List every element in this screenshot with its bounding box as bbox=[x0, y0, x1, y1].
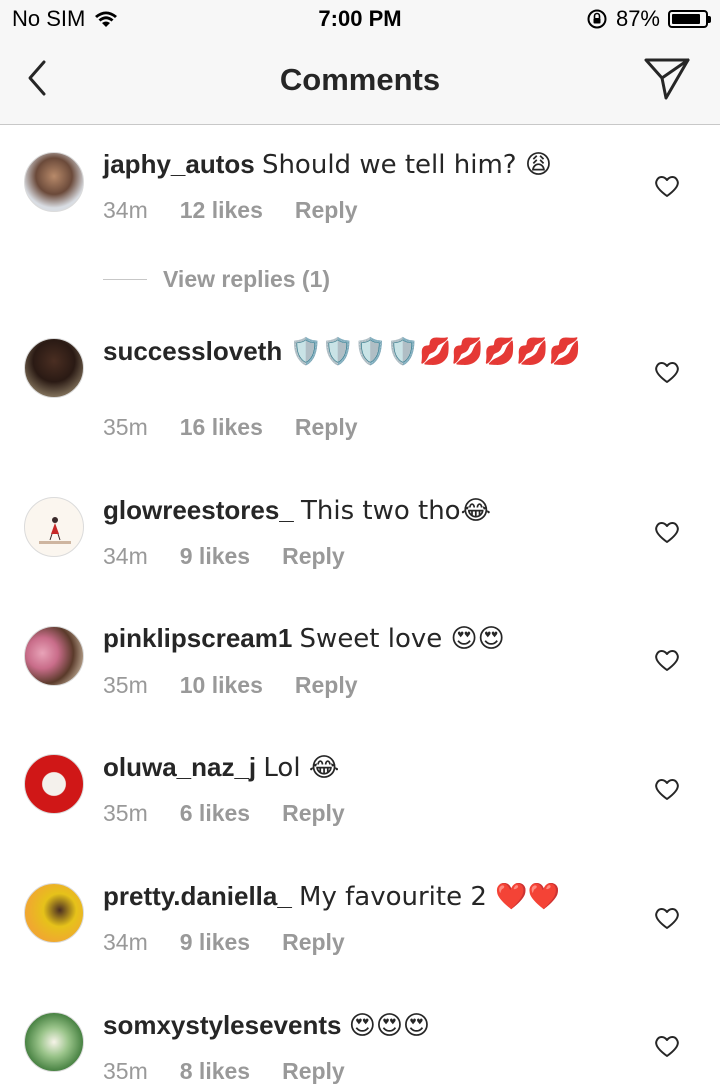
comment-username[interactable]: somxystylesevents bbox=[103, 1010, 341, 1040]
avatar[interactable] bbox=[24, 497, 84, 557]
comment-username[interactable]: japhy_autos bbox=[103, 149, 255, 179]
heart-icon[interactable] bbox=[654, 777, 680, 801]
heart-icon[interactable] bbox=[654, 360, 680, 384]
comment-likes[interactable]: 9 likes bbox=[180, 929, 250, 956]
comment-likes[interactable]: 16 likes bbox=[180, 414, 263, 441]
comment-body: pinklipscream1 Sweet love 😍😍 bbox=[103, 622, 613, 655]
comment-meta: 35m 16 likes Reply bbox=[103, 414, 358, 441]
comment-meta: 35m 10 likes Reply bbox=[103, 672, 358, 699]
reply-button[interactable]: Reply bbox=[295, 197, 358, 224]
comment-text: Lol 😂 bbox=[263, 753, 340, 783]
comment-likes[interactable]: 12 likes bbox=[180, 197, 263, 224]
comment-meta: 35m 8 likes Reply bbox=[103, 1058, 345, 1085]
reply-button[interactable]: Reply bbox=[295, 672, 358, 699]
view-replies-divider bbox=[103, 279, 147, 280]
avatar[interactable] bbox=[24, 152, 84, 212]
battery-percent: 87% bbox=[615, 6, 660, 31]
orientation-lock-icon bbox=[587, 9, 607, 29]
heart-icon[interactable] bbox=[654, 906, 680, 930]
status-bar: No SIM 7:00 PM 87% bbox=[0, 0, 720, 40]
avatar[interactable] bbox=[24, 883, 84, 943]
comment-time: 34m bbox=[103, 929, 148, 955]
comment-username[interactable]: pretty.daniella_ bbox=[103, 881, 292, 911]
avatar[interactable] bbox=[24, 338, 84, 398]
reply-button[interactable]: Reply bbox=[282, 543, 345, 570]
view-replies-button[interactable]: View replies (1) bbox=[103, 266, 330, 293]
nav-bar: Comments bbox=[0, 40, 720, 125]
comment-meta: 34m 9 likes Reply bbox=[103, 543, 345, 570]
heart-icon[interactable] bbox=[654, 1034, 680, 1058]
comment-username[interactable]: pinklipscream1 bbox=[103, 623, 292, 653]
comment-body: somxystylesevents 😍😍😍 bbox=[103, 1009, 613, 1042]
heart-icon[interactable] bbox=[654, 520, 680, 544]
comment-body: glowreestores_ This two tho😂 bbox=[103, 494, 613, 527]
comment-username[interactable]: oluwa_naz_j bbox=[103, 752, 256, 782]
reply-button[interactable]: Reply bbox=[282, 1058, 345, 1085]
comment-body: successloveth 🛡️🛡️🛡️🛡️💋💋💋💋💋 bbox=[103, 335, 603, 368]
comment-time: 35m bbox=[103, 800, 148, 826]
send-direct-icon[interactable] bbox=[642, 56, 692, 102]
reply-button[interactable]: Reply bbox=[282, 800, 345, 827]
battery-icon bbox=[668, 10, 711, 28]
reply-button[interactable]: Reply bbox=[282, 929, 345, 956]
comment-username[interactable]: successloveth bbox=[103, 336, 282, 366]
comment-likes[interactable]: 8 likes bbox=[180, 1058, 250, 1085]
comment-username[interactable]: glowreestores_ bbox=[103, 495, 294, 525]
reply-button[interactable]: Reply bbox=[295, 414, 358, 441]
comment-meta: 34m 12 likes Reply bbox=[103, 197, 358, 224]
comment-text: This two tho😂 bbox=[300, 496, 491, 526]
comment-time: 35m bbox=[103, 414, 148, 440]
comment-body: pretty.daniella_ My favourite 2 ❤️❤️ bbox=[103, 880, 613, 913]
comment-text: 🛡️🛡️🛡️🛡️💋💋💋💋💋 bbox=[289, 337, 581, 367]
store-logo-icon bbox=[39, 517, 71, 544]
comment-text: Sweet love 😍😍 bbox=[299, 624, 505, 654]
heart-icon[interactable] bbox=[654, 174, 680, 198]
comment-body: japhy_autos Should we tell him? 😩 bbox=[103, 148, 613, 181]
comment-text: 😍😍😍 bbox=[348, 1011, 431, 1041]
view-replies-label[interactable]: View replies (1) bbox=[163, 266, 330, 293]
comment-time: 34m bbox=[103, 197, 148, 223]
comment-meta: 35m 6 likes Reply bbox=[103, 800, 345, 827]
comment-likes[interactable]: 9 likes bbox=[180, 543, 250, 570]
avatar[interactable] bbox=[24, 1012, 84, 1072]
comment-likes[interactable]: 10 likes bbox=[180, 672, 263, 699]
comment-text: My favourite 2 ❤️❤️ bbox=[299, 882, 560, 912]
comment-text: Should we tell him? 😩 bbox=[261, 150, 552, 180]
comment-time: 34m bbox=[103, 543, 148, 569]
comment-meta: 34m 9 likes Reply bbox=[103, 929, 345, 956]
comment-body: oluwa_naz_j Lol 😂 bbox=[103, 751, 613, 784]
avatar[interactable] bbox=[24, 626, 84, 686]
comment-time: 35m bbox=[103, 672, 148, 698]
heart-icon[interactable] bbox=[654, 648, 680, 672]
status-right: 87% bbox=[586, 6, 711, 32]
comment-time: 35m bbox=[103, 1058, 148, 1084]
comment-likes[interactable]: 6 likes bbox=[180, 800, 250, 827]
avatar[interactable] bbox=[24, 754, 84, 814]
page-title: Comments bbox=[279, 62, 441, 97]
battery-fill bbox=[672, 14, 700, 24]
